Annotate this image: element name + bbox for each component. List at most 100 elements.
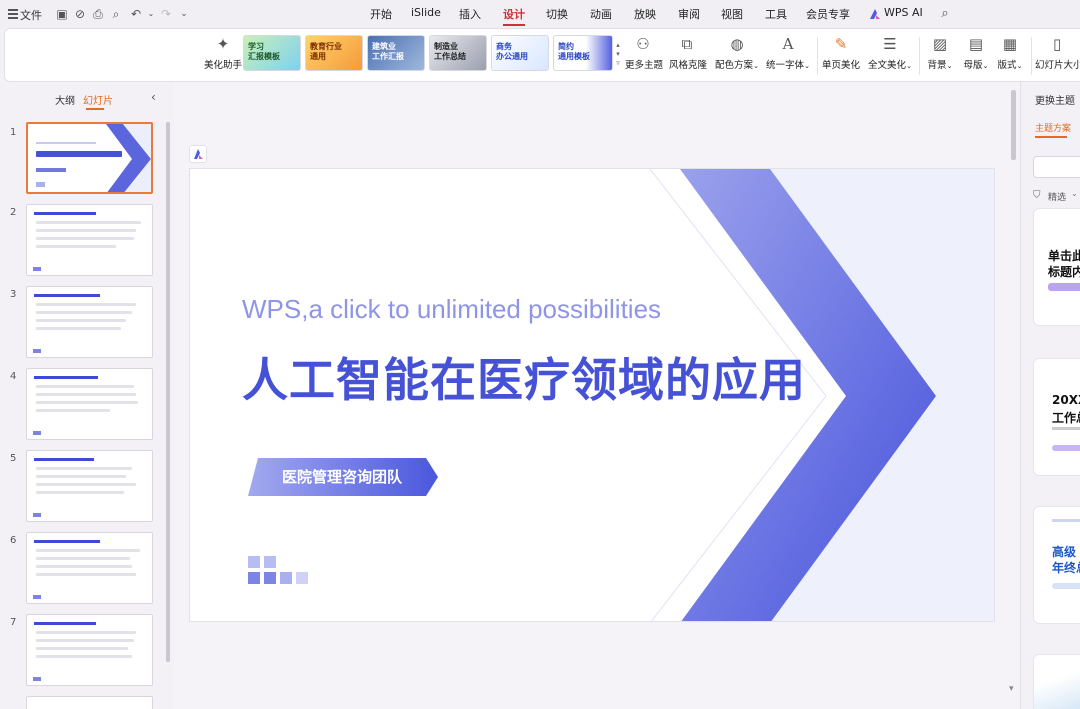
ribbon-toolbar: ✦ 美化助手 学习 汇报模板 教育行业 通用 建筑业 工作汇报 制造业 工作总结… bbox=[4, 28, 1080, 82]
slide-thumbnail-chevron bbox=[106, 124, 151, 192]
more-dropdown-icon[interactable]: ⌄ bbox=[176, 6, 192, 22]
background-button[interactable]: ▨ 背景⌄ bbox=[923, 35, 957, 75]
active-tab-indicator bbox=[1035, 136, 1067, 138]
more-themes-button[interactable]: ⚇ 更多主题 bbox=[625, 35, 663, 75]
tab-theme-scheme[interactable]: 主题方案 bbox=[1035, 121, 1071, 134]
tab-design[interactable]: 设计 bbox=[503, 6, 525, 22]
slide-thumbnail-6[interactable] bbox=[26, 532, 153, 604]
slide-thumbnail-line bbox=[36, 475, 126, 478]
undo-icon[interactable]: ↶ bbox=[128, 6, 144, 22]
tab-islide[interactable]: iSlide bbox=[411, 6, 441, 19]
background-label: 背景 bbox=[927, 60, 947, 71]
slide-thumbnail-line bbox=[36, 491, 124, 494]
page-magic-icon: ✎ bbox=[834, 35, 848, 53]
ribbon-divider bbox=[817, 37, 818, 75]
tab-insert[interactable]: 插入 bbox=[459, 6, 481, 22]
slide-thumbnail-footer bbox=[33, 349, 41, 353]
style-clone-label: 风格克隆 bbox=[669, 60, 708, 71]
full-beautify-button[interactable]: ☰ 全文美化⌄ bbox=[866, 35, 914, 75]
print-icon[interactable]: ⎙ bbox=[90, 6, 106, 22]
menu-icon[interactable] bbox=[8, 9, 18, 19]
filter-dropdown[interactable]: 精选 bbox=[1048, 190, 1066, 203]
tab-wps-ai[interactable]: WPS AI bbox=[884, 6, 923, 19]
style-clone-button[interactable]: ⧉ 风格克隆 bbox=[669, 35, 708, 75]
theme-thumbnail-label: 学习 汇报模板 bbox=[248, 42, 280, 61]
wps-ai-float-icon[interactable] bbox=[189, 145, 207, 163]
chevron-down-icon: ⌄ bbox=[946, 62, 953, 70]
master-button[interactable]: ▤ 母版⌄ bbox=[959, 35, 993, 75]
theme-card[interactable] bbox=[1033, 654, 1080, 709]
decor-square bbox=[248, 572, 260, 584]
theme-thumbnail-label: 教育行业 通用 bbox=[310, 42, 342, 61]
slide-thumbnail-footer bbox=[33, 677, 41, 681]
card-title: 年终总 bbox=[1052, 561, 1080, 575]
slide-thumbnail-heading bbox=[34, 294, 100, 297]
slide-thumbnail-line bbox=[36, 311, 132, 314]
slide-thumbnail-5[interactable] bbox=[26, 450, 153, 522]
theme-card[interactable]: 单击此 标题内 bbox=[1033, 208, 1080, 326]
slide-thumbnail-1[interactable] bbox=[26, 122, 153, 194]
slides-scrollbar[interactable] bbox=[166, 122, 170, 662]
slide-thumbnail-line bbox=[36, 303, 136, 306]
beautify-assistant-button[interactable]: ✦ 美化助手 bbox=[201, 35, 245, 75]
slide-title[interactable]: 人工智能在医疗领域的应用 bbox=[242, 344, 806, 410]
slide-thumbnail-4[interactable] bbox=[26, 368, 153, 440]
theme-thumbnail-simple[interactable]: 简约 通用模板 bbox=[553, 35, 613, 71]
slide-thumbnail-8[interactable] bbox=[26, 696, 153, 709]
theme-panel-title: 更换主题 bbox=[1035, 96, 1075, 107]
decor-square bbox=[296, 572, 308, 584]
card-title: 单击此 bbox=[1048, 249, 1080, 263]
print-preview-icon[interactable]: ⌕ bbox=[108, 6, 124, 22]
slide-number: 2 bbox=[10, 207, 17, 218]
tab-member[interactable]: 会员专享 bbox=[806, 6, 850, 22]
decor-square bbox=[280, 572, 292, 584]
theme-card[interactable]: 20XX 工作总 bbox=[1033, 358, 1080, 476]
tab-view[interactable]: 视图 bbox=[721, 6, 743, 22]
theme-thumbnail-construction[interactable]: 建筑业 工作汇报 bbox=[367, 35, 425, 71]
theme-thumbnail-education[interactable]: 教育行业 通用 bbox=[305, 35, 363, 71]
single-page-beautify-button[interactable]: ✎ 单页美化 bbox=[821, 35, 861, 75]
tab-slides[interactable]: 幻灯片 bbox=[83, 92, 113, 107]
theme-thumbnail-manufacturing[interactable]: 制造业 工作总结 bbox=[429, 35, 487, 71]
tab-outline[interactable]: 大纲 bbox=[55, 92, 75, 107]
link-icon[interactable]: ⊘ bbox=[72, 6, 88, 22]
slide-size-button[interactable]: ▯ 幻灯片大小 bbox=[1035, 35, 1080, 75]
redo-icon[interactable]: ↷ bbox=[158, 6, 174, 22]
slide-thumbnail-2[interactable] bbox=[26, 204, 153, 276]
theme-panel: 更换主题 主题方案 ⛉ 精选 ⌄ 单击此 标题内 20XX 工作总 高级 年终总 bbox=[1020, 82, 1080, 709]
theme-thumbnail-business[interactable]: 商务 办公通用 bbox=[491, 35, 549, 71]
tab-animation[interactable]: 动画 bbox=[590, 6, 612, 22]
ribbon-divider bbox=[919, 37, 920, 75]
theme-search-input[interactable] bbox=[1033, 156, 1080, 178]
tab-home[interactable]: 开始 bbox=[370, 6, 392, 22]
slide-team-label[interactable]: 医院管理咨询团队 bbox=[248, 458, 438, 496]
undo-dropdown-icon[interactable]: ⌄ bbox=[143, 6, 159, 22]
file-menu[interactable]: 文件 bbox=[20, 7, 42, 23]
theme-thumbnail-study[interactable]: 学习 汇报模板 bbox=[243, 35, 301, 71]
search-icon[interactable]: ⌕ bbox=[937, 6, 953, 22]
tab-transition[interactable]: 切换 bbox=[546, 6, 568, 22]
slide-thumbnail-line bbox=[36, 393, 136, 396]
theme-card[interactable]: 高级 年终总 bbox=[1033, 506, 1080, 624]
slide-thumbnail-team bbox=[36, 168, 66, 172]
save-icon[interactable]: ▣ bbox=[54, 6, 70, 22]
slide-thumbnail-7[interactable] bbox=[26, 614, 153, 686]
tab-slideshow[interactable]: 放映 bbox=[634, 6, 656, 22]
filter-icon: ⛉ bbox=[1033, 190, 1041, 201]
slide-thumbnail-3[interactable] bbox=[26, 286, 153, 358]
color-scheme-button[interactable]: ◍ 配色方案⌄ bbox=[712, 35, 762, 75]
tab-review[interactable]: 审阅 bbox=[678, 6, 700, 22]
slide-number: 5 bbox=[10, 453, 17, 464]
layout-button[interactable]: ▦ 版式⌄ bbox=[993, 35, 1027, 75]
collapse-panel-icon[interactable]: ‹ bbox=[151, 90, 156, 104]
slide-thumbnail-line bbox=[36, 245, 116, 248]
slide-subtitle[interactable]: WPS,a click to unlimited possibilities bbox=[242, 294, 661, 325]
slide-thumbnail-line bbox=[36, 401, 138, 404]
themes-scroll-icon[interactable]: ▴ ▾ ▿ bbox=[614, 41, 622, 67]
scroll-down-icon[interactable]: ▾ bbox=[1009, 684, 1014, 694]
tab-tools[interactable]: 工具 bbox=[765, 6, 787, 22]
card-tag bbox=[1052, 583, 1080, 589]
canvas-scrollbar[interactable] bbox=[1011, 90, 1016, 160]
slide-canvas[interactable]: WPS,a click to unlimited possibilities 人… bbox=[189, 168, 995, 622]
unify-font-button[interactable]: A 统一字体⌄ bbox=[763, 35, 813, 75]
